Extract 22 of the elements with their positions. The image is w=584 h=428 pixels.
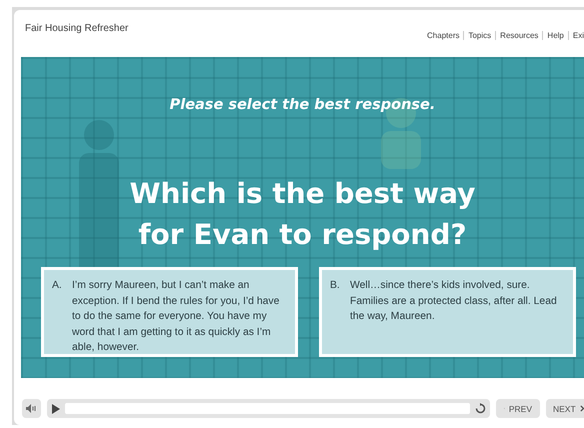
nav-link[interactable]: Help <box>547 31 564 40</box>
progress-track[interactable] <box>64 403 470 414</box>
prev-button[interactable]: PREV <box>496 399 540 418</box>
speaker-icon <box>26 404 36 413</box>
course-title: Fair Housing Refresher <box>25 23 128 36</box>
nav-link[interactable]: Topics <box>468 31 492 40</box>
chevron-right-icon <box>580 405 584 412</box>
answer-option[interactable]: A. I’m sorry Maureen, but I can’t make an exception. If I bend the rules for you, I’d have to do the same for everyone. You have my word that I am getting to it as quickly as I’m able, however. <box>41 267 298 357</box>
answer-letter: B. <box>330 279 341 293</box>
play-icon[interactable] <box>50 404 60 414</box>
answer-text: I’m sorry Maureen, but I can’t make an exception. If I bend the rules for you, I’d have to do the same for everyone. You have my word that I am getting to it as quickly as I’m able, however. <box>72 279 280 355</box>
nav-link[interactable]: Resources <box>500 31 538 40</box>
answer-option[interactable]: B. Well…since there’s kids involved, sure. Families are a protected class, after all. Lead the way, Maureen. <box>319 267 576 357</box>
question-heading: Which is the best way for Evan to respond? <box>128 176 476 253</box>
next-button[interactable]: NEXT <box>546 399 584 418</box>
nav-link[interactable]: Exi <box>572 31 584 40</box>
answer-text: Well…since there’s kids involved, sure. Families are a protected class, after all. Lead the way, Maureen. <box>350 279 558 324</box>
instruction-text: Please select the best response. <box>170 97 436 113</box>
volume-button[interactable] <box>22 399 41 418</box>
nav-link[interactable]: Chapters <box>427 31 460 40</box>
replay-icon[interactable] <box>475 403 486 414</box>
answer-letter: A. <box>52 279 63 293</box>
